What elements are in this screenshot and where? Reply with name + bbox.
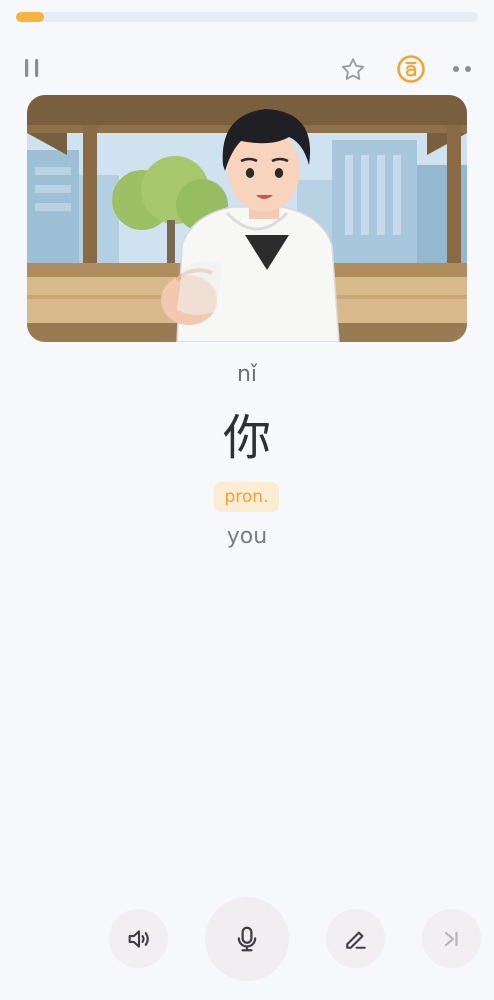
play-sound-button[interactable]: [109, 909, 168, 968]
more-icon: [453, 66, 471, 72]
write-button[interactable]: [326, 909, 385, 968]
lesson-progress-bar: [16, 12, 478, 22]
meaning-text: you: [226, 524, 268, 549]
skip-button[interactable]: [422, 909, 481, 968]
hanzi-character: 你: [222, 410, 271, 466]
pencil-icon: [345, 931, 366, 949]
favorite-button[interactable]: [338, 55, 368, 85]
skip-icon: [444, 931, 458, 946]
more-button[interactable]: [448, 58, 476, 80]
lesson-video[interactable]: [27, 95, 467, 342]
lesson-progress-fill: [16, 12, 44, 22]
pinyin-toggle-icon: [397, 55, 425, 83]
pinyin-text: nǐ: [236, 362, 258, 387]
pinyin-toggle-button[interactable]: [396, 54, 426, 84]
teacher-illustration: [27, 95, 467, 342]
star-icon: [341, 58, 365, 80]
pause-button[interactable]: [20, 56, 44, 80]
record-button[interactable]: [205, 897, 289, 981]
part-of-speech-badge: pron.: [214, 482, 279, 512]
microphone-icon: [237, 926, 257, 952]
pause-icon: [25, 59, 39, 77]
speaker-icon: [128, 929, 149, 948]
